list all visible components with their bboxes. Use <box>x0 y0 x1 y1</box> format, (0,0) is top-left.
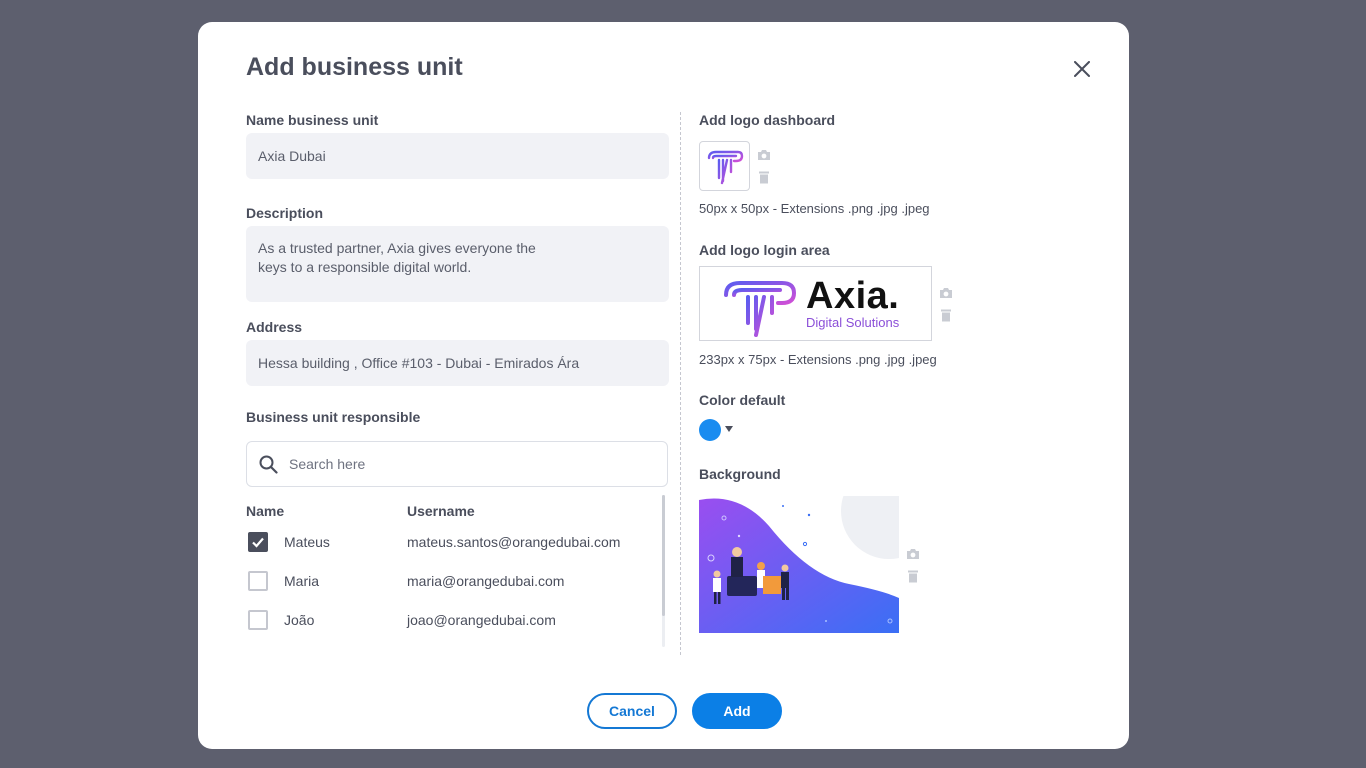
trash-icon[interactable] <box>757 170 771 184</box>
name-input[interactable]: Axia Dubai <box>246 133 669 179</box>
background-image[interactable] <box>699 496 899 633</box>
search-icon <box>259 455 278 474</box>
column-header-username: Username <box>407 503 475 519</box>
trash-icon[interactable] <box>906 569 920 583</box>
table-row: Mateus mateus.santos@orangedubai.com <box>246 530 656 554</box>
checkmark-icon <box>252 537 264 548</box>
row-name: João <box>284 612 315 628</box>
caret-down-icon[interactable] <box>725 426 733 432</box>
row-username: maria@orangedubai.com <box>407 573 565 589</box>
row-checkbox[interactable] <box>248 610 268 630</box>
modal-title: Add business unit <box>246 53 463 81</box>
search-box[interactable] <box>246 441 668 487</box>
color-swatch[interactable] <box>699 419 721 441</box>
axia-logo-icon <box>707 150 744 185</box>
search-input[interactable] <box>289 442 649 486</box>
row-username: joao@orangedubai.com <box>407 612 556 628</box>
camera-icon[interactable] <box>906 547 920 561</box>
description-textarea[interactable]: As a trusted partner, Axia gives everyon… <box>246 226 669 302</box>
logo-brand-name: Axia. <box>806 275 900 317</box>
logo-brand-tagline: Digital Solutions <box>806 315 900 330</box>
row-checkbox[interactable] <box>248 571 268 591</box>
axia-logo-icon <box>724 281 797 337</box>
logo-login-preview[interactable]: Axia. Digital Solutions <box>699 266 932 341</box>
logo-login-label: Add logo login area <box>699 242 830 258</box>
responsible-label: Business unit responsible <box>246 409 421 425</box>
table-row: João joao@orangedubai.com <box>246 608 656 632</box>
address-input[interactable]: Hessa building , Office #103 - Dubai - E… <box>246 340 669 386</box>
close-icon <box>1074 61 1090 77</box>
color-default-label: Color default <box>699 392 786 408</box>
column-header-name: Name <box>246 503 285 519</box>
close-button[interactable] <box>1071 58 1093 80</box>
cancel-button[interactable]: Cancel <box>587 693 677 729</box>
row-name: Mateus <box>284 534 330 550</box>
name-label: Name business unit <box>246 112 379 128</box>
camera-icon[interactable] <box>757 148 771 162</box>
address-label: Address <box>246 319 303 335</box>
camera-icon[interactable] <box>939 286 953 300</box>
row-username: mateus.santos@orangedubai.com <box>407 534 621 550</box>
logo-dashboard-label: Add logo dashboard <box>699 112 836 128</box>
row-checkbox[interactable] <box>248 532 268 552</box>
row-name: Maria <box>284 573 320 589</box>
description-label: Description <box>246 205 324 221</box>
column-divider <box>680 112 681 655</box>
logo-dashboard-hint: 50px x 50px - Extensions .png .jpg .jpeg <box>699 201 930 216</box>
trash-icon[interactable] <box>939 308 953 322</box>
scrollbar-thumb[interactable] <box>662 495 665 616</box>
background-label: Background <box>699 466 781 482</box>
add-button[interactable]: Add <box>692 693 782 729</box>
table-row: Maria maria@orangedubai.com <box>246 569 656 593</box>
logo-dashboard-preview[interactable] <box>699 141 750 191</box>
logo-login-hint: 233px x 75px - Extensions .png .jpg .jpe… <box>699 352 937 367</box>
add-business-unit-modal: Add business unit Name business unit Axi… <box>198 22 1129 749</box>
